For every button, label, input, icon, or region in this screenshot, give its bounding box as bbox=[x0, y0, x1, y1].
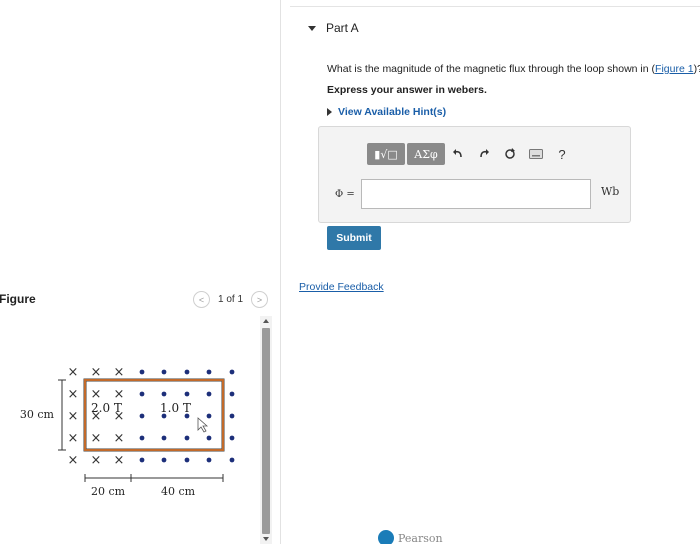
x-mark-2-0: × bbox=[68, 409, 79, 424]
x-mark-4-1: × bbox=[91, 453, 102, 468]
prev-figure-button[interactable]: < bbox=[193, 291, 210, 308]
dot-mark-1-2 bbox=[184, 391, 190, 397]
greek-symbols-button[interactable]: ΑΣφ bbox=[407, 143, 445, 165]
dot-mark-3-3 bbox=[206, 435, 212, 441]
dot-mark-2-4 bbox=[229, 413, 235, 419]
top-rule bbox=[290, 6, 700, 7]
part-title: Part A bbox=[326, 21, 359, 35]
x-mark-4-2: × bbox=[114, 453, 125, 468]
pearson-logo: Pearson bbox=[378, 530, 443, 544]
scrollbar-thumb[interactable] bbox=[262, 328, 270, 534]
dot-mark-4-1 bbox=[161, 457, 167, 463]
dot-mark-1-1 bbox=[161, 391, 167, 397]
scroll-down-icon[interactable] bbox=[263, 537, 269, 541]
provide-feedback-link[interactable]: Provide Feedback bbox=[299, 281, 384, 293]
dot-mark-4-0 bbox=[139, 457, 145, 463]
flux-symbol-label: Φ = bbox=[335, 189, 355, 200]
dot-mark-0-4 bbox=[229, 369, 235, 375]
scroll-up-icon[interactable] bbox=[263, 319, 269, 323]
submit-button[interactable]: Submit bbox=[327, 226, 381, 250]
figure-label: Figure bbox=[0, 292, 36, 306]
dot-mark-1-0 bbox=[139, 391, 145, 397]
width-right-label: 40 cm bbox=[161, 485, 196, 498]
x-mark-0-2: × bbox=[114, 365, 125, 380]
x-mark-1-0: × bbox=[68, 387, 79, 402]
part-a-header[interactable]: Part A bbox=[308, 21, 359, 35]
redo-icon[interactable] bbox=[471, 143, 497, 165]
field-out-of-page-marks bbox=[139, 369, 235, 463]
collapse-caret-icon[interactable] bbox=[308, 25, 316, 31]
width-left-label: 20 cm bbox=[91, 485, 126, 498]
pearson-brand-text: Pearson bbox=[398, 531, 443, 544]
figure-pager: < 1 of 1 > bbox=[193, 291, 269, 308]
dot-mark-3-0 bbox=[139, 435, 145, 441]
templates-button[interactable]: ▮√□ bbox=[367, 143, 405, 165]
answer-panel: ▮√□ ΑΣφ ? Φ = Wb bbox=[318, 126, 631, 223]
pager-text: 1 of 1 bbox=[218, 294, 244, 305]
dot-mark-0-0 bbox=[139, 369, 145, 375]
field-left-label: 2.0 T bbox=[91, 401, 122, 415]
help-icon[interactable]: ? bbox=[549, 143, 575, 165]
dot-mark-3-4 bbox=[229, 435, 235, 441]
figure-scrollbar[interactable] bbox=[260, 316, 272, 544]
mouse-cursor-icon bbox=[197, 417, 209, 433]
dot-mark-0-3 bbox=[206, 369, 212, 375]
dot-mark-1-3 bbox=[206, 391, 212, 397]
answer-instruction: Express your answer in webers. bbox=[327, 84, 487, 96]
panel-divider bbox=[280, 0, 281, 544]
dot-mark-3-2 bbox=[184, 435, 190, 441]
x-mark-4-0: × bbox=[68, 453, 79, 468]
field-right-label: 1.0 T bbox=[160, 401, 191, 415]
dot-mark-4-2 bbox=[184, 457, 190, 463]
undo-icon[interactable] bbox=[445, 143, 471, 165]
x-mark-3-2: × bbox=[114, 431, 125, 446]
view-hints-toggle[interactable]: View Available Hint(s) bbox=[327, 106, 446, 118]
dot-mark-2-3 bbox=[206, 413, 212, 419]
hints-label: View Available Hint(s) bbox=[338, 106, 447, 118]
reset-icon[interactable] bbox=[497, 143, 523, 165]
wire-loop-outer bbox=[83, 378, 225, 452]
dot-mark-0-2 bbox=[184, 369, 190, 375]
dot-mark-4-3 bbox=[206, 457, 212, 463]
math-toolbar: ▮√□ ΑΣφ ? bbox=[367, 143, 575, 165]
question-text: What is the magnitude of the magnetic fl… bbox=[327, 63, 700, 75]
pearson-mark-icon bbox=[378, 530, 394, 544]
answer-input[interactable] bbox=[361, 179, 591, 209]
x-mark-3-1: × bbox=[91, 431, 102, 446]
figure-link[interactable]: Figure 1 bbox=[655, 63, 694, 75]
expand-caret-icon bbox=[327, 108, 332, 116]
x-mark-1-2: × bbox=[114, 387, 125, 402]
dot-mark-1-4 bbox=[229, 391, 235, 397]
dot-mark-2-0 bbox=[139, 413, 145, 419]
x-mark-0-0: × bbox=[68, 365, 79, 380]
dot-mark-0-1 bbox=[161, 369, 167, 375]
wire-loop bbox=[84, 379, 224, 451]
x-mark-1-1: × bbox=[91, 387, 102, 402]
keyboard-icon[interactable] bbox=[523, 143, 549, 165]
figure-diagram: × × ×× × ×× × ×× × ×× × × 30 cm 2.0 T 1.0 T 20 cm … bbox=[20, 365, 235, 498]
height-label: 30 cm bbox=[20, 408, 55, 421]
dot-mark-3-1 bbox=[161, 435, 167, 441]
x-mark-3-0: × bbox=[68, 431, 79, 446]
dot-mark-4-4 bbox=[229, 457, 235, 463]
next-figure-button[interactable]: > bbox=[251, 291, 269, 308]
x-mark-0-1: × bbox=[91, 365, 102, 380]
unit-label: Wb bbox=[601, 185, 620, 198]
